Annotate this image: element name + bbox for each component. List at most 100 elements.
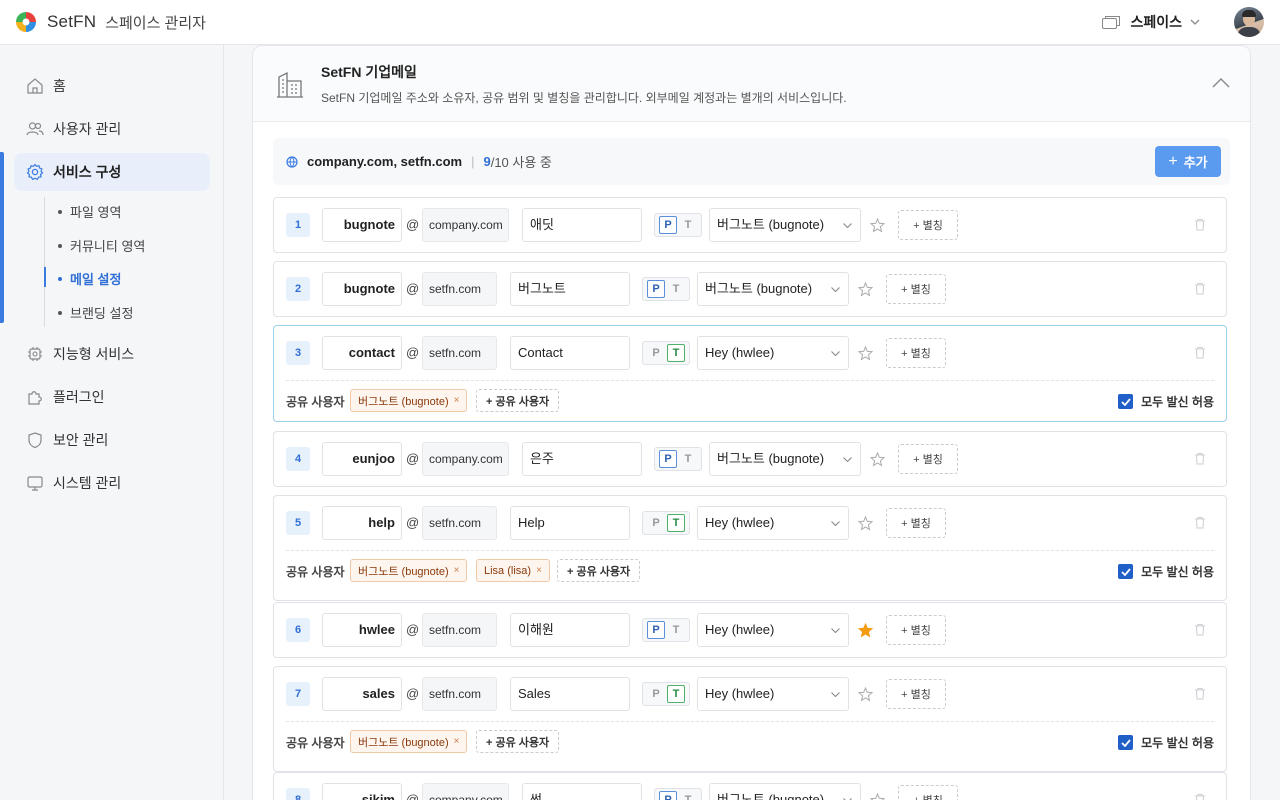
sidebar-item-security[interactable]: 보안 관리 [14, 421, 210, 459]
username-input[interactable]: contact [322, 336, 402, 370]
domain-select[interactable]: setfn.com [422, 613, 497, 647]
sidebar-item-home[interactable]: 홈 [14, 67, 210, 105]
allow-all-send[interactable]: 모두 발신 허용 [1118, 563, 1214, 580]
domain-select[interactable]: company.com [422, 783, 509, 800]
star-icon[interactable] [870, 452, 885, 467]
trash-icon[interactable] [1194, 623, 1206, 636]
username-input[interactable]: hwlee [322, 613, 402, 647]
trash-icon[interactable] [1194, 218, 1206, 231]
add-alias-button[interactable]: + 별칭 [886, 338, 946, 368]
shared-user-chip[interactable]: Lisa (lisa) × [476, 559, 550, 582]
app-logo[interactable]: SetFN 스페이스 관리자 [15, 11, 206, 33]
chevron-down-icon[interactable] [1190, 19, 1200, 25]
add-shared-user-button[interactable]: + 공유 사용자 [557, 559, 641, 582]
checkbox[interactable] [1118, 394, 1134, 409]
add-alias-button[interactable]: + 별칭 [886, 615, 946, 645]
display-name-input[interactable]: Sales [510, 677, 630, 711]
username-input[interactable]: help [322, 506, 402, 540]
sidebar-item-intelligent-service[interactable]: 지능형 서비스 [14, 335, 210, 373]
close-icon[interactable]: × [536, 565, 542, 576]
domain-select[interactable]: company.com [422, 442, 509, 476]
owner-select[interactable]: 버그노트 (bugnote) [709, 442, 861, 476]
sidebar-subitem-community-area[interactable]: 커뮤니티 영역 [58, 236, 145, 255]
shared-user-chip[interactable]: 버그노트 (bugnote) × [350, 389, 468, 412]
checkbox[interactable] [1118, 735, 1134, 750]
type-toggle[interactable]: P T [654, 447, 702, 471]
add-shared-user-button[interactable]: + 공유 사용자 [476, 730, 560, 753]
type-toggle[interactable]: P T [654, 213, 702, 237]
shared-user-chip[interactable]: 버그노트 (bugnote) × [350, 730, 468, 753]
sidebar-item-service-config[interactable]: 서비스 구성 [14, 153, 210, 191]
owner-select[interactable]: Hey (hwlee) [697, 336, 849, 370]
add-shared-user-button[interactable]: + 공유 사용자 [476, 389, 560, 412]
domain-select[interactable]: setfn.com [422, 336, 497, 370]
allow-all-send[interactable]: 모두 발신 허용 [1118, 734, 1214, 751]
owner-select[interactable]: 버그노트 (bugnote) [709, 783, 861, 800]
checkbox[interactable] [1118, 564, 1134, 579]
type-p-toggle[interactable]: P [647, 280, 665, 298]
type-t-toggle[interactable]: T [667, 344, 685, 362]
type-p-toggle[interactable]: P [647, 621, 665, 639]
type-t-toggle[interactable]: T [679, 216, 697, 234]
type-toggle[interactable]: P T [654, 788, 702, 800]
add-alias-button[interactable]: + 별칭 [898, 785, 958, 800]
owner-select[interactable]: 버그노트 (bugnote) [709, 208, 861, 242]
type-toggle[interactable]: P T [642, 277, 690, 301]
display-name-input[interactable]: 애딧 [522, 208, 642, 242]
add-alias-button[interactable]: + 별칭 [886, 508, 946, 538]
trash-icon[interactable] [1194, 452, 1206, 465]
trash-icon[interactable] [1194, 516, 1206, 529]
type-p-toggle[interactable]: P [647, 514, 665, 532]
star-icon[interactable] [858, 282, 873, 297]
trash-icon[interactable] [1194, 282, 1206, 295]
type-p-toggle[interactable]: P [647, 344, 665, 362]
type-p-toggle[interactable]: P [647, 685, 665, 703]
type-toggle[interactable]: P T [642, 341, 690, 365]
display-name-input[interactable]: 버그노트 [510, 272, 630, 306]
username-input[interactable]: bugnote [322, 208, 402, 242]
panel-header[interactable]: SetFN 기업메일 SetFN 기업메일 주소와 소유자, 공유 범위 및 별… [253, 46, 1250, 122]
domain-select[interactable]: setfn.com [422, 272, 497, 306]
type-toggle[interactable]: P T [642, 618, 690, 642]
add-alias-button[interactable]: + 별칭 [898, 210, 958, 240]
close-icon[interactable]: × [454, 565, 460, 576]
display-name-input[interactable]: 은주 [522, 442, 642, 476]
display-name-input[interactable]: 이해원 [510, 613, 630, 647]
star-icon[interactable] [858, 346, 873, 361]
domain-select[interactable]: setfn.com [422, 506, 497, 540]
type-t-toggle[interactable]: T [667, 514, 685, 532]
owner-select[interactable]: 버그노트 (bugnote) [697, 272, 849, 306]
display-name-input[interactable]: Help [510, 506, 630, 540]
domain-select[interactable]: company.com [422, 208, 509, 242]
owner-select[interactable]: Hey (hwlee) [697, 506, 849, 540]
trash-icon[interactable] [1194, 687, 1206, 700]
username-input[interactable]: bugnote [322, 272, 402, 306]
display-name-input[interactable]: 썬 [522, 783, 642, 800]
star-filled-icon[interactable] [858, 623, 873, 638]
sidebar-item-plugins[interactable]: 플러그인 [14, 378, 210, 416]
type-t-toggle[interactable]: T [667, 685, 685, 703]
star-icon[interactable] [858, 687, 873, 702]
add-mail-button[interactable]: + 추가 [1155, 146, 1221, 177]
type-toggle[interactable]: P T [642, 682, 690, 706]
type-t-toggle[interactable]: T [667, 621, 685, 639]
type-p-toggle[interactable]: P [659, 216, 677, 234]
add-alias-button[interactable]: + 별칭 [886, 679, 946, 709]
sidebar-item-system[interactable]: 시스템 관리 [14, 464, 210, 502]
type-p-toggle[interactable]: P [659, 791, 677, 800]
space-selector[interactable]: 스페이스 [1130, 12, 1182, 32]
username-input[interactable]: sjkim [322, 783, 402, 800]
allow-all-send[interactable]: 모두 발신 허용 [1118, 393, 1214, 410]
add-alias-button[interactable]: + 별칭 [898, 444, 958, 474]
trash-icon[interactable] [1194, 793, 1206, 800]
type-t-toggle[interactable]: T [679, 450, 697, 468]
star-icon[interactable] [858, 516, 873, 531]
type-t-toggle[interactable]: T [667, 280, 685, 298]
star-icon[interactable] [870, 218, 885, 233]
type-t-toggle[interactable]: T [679, 791, 697, 800]
sidebar-subitem-file-area[interactable]: 파일 영역 [58, 202, 121, 221]
close-icon[interactable]: × [454, 395, 460, 406]
owner-select[interactable]: Hey (hwlee) [697, 677, 849, 711]
type-toggle[interactable]: P T [642, 511, 690, 535]
add-alias-button[interactable]: + 별칭 [886, 274, 946, 304]
